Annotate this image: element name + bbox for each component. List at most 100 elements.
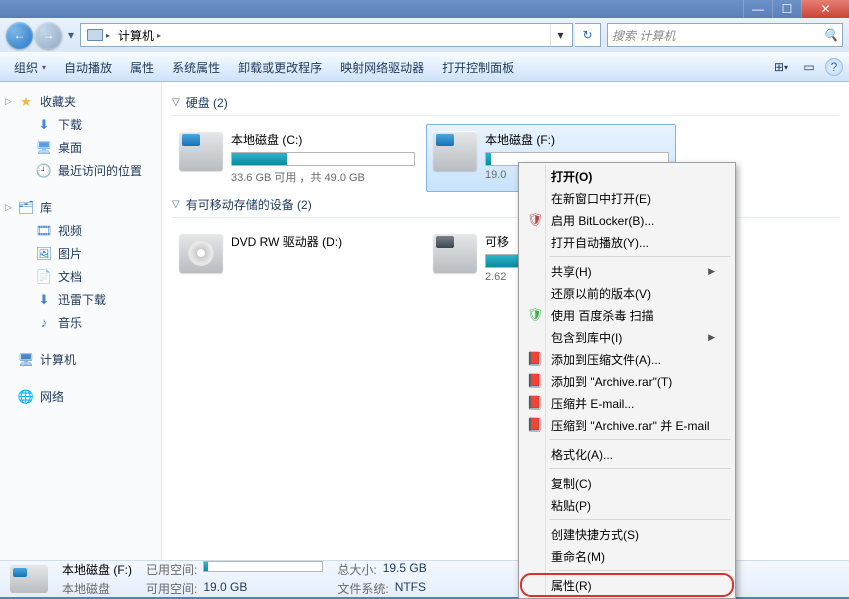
- help-button[interactable]: ?: [825, 58, 843, 76]
- ctx-item-20[interactable]: 重命名(M): [521, 545, 733, 567]
- refresh-button[interactable]: ↻: [575, 23, 601, 47]
- ctx-item-5[interactable]: 共享(H)▶: [521, 260, 733, 282]
- drive-icon: [433, 131, 477, 171]
- sidebar-item-1-2[interactable]: 📄文档: [0, 265, 161, 288]
- ctx-label: 启用 BitLocker(B)...: [551, 212, 654, 229]
- tb-map-network[interactable]: 映射网络驱动器: [332, 55, 432, 80]
- status-sub: 本地磁盘: [62, 580, 110, 597]
- status-used-label: 已用空间:: [146, 561, 197, 578]
- computer-icon: [87, 29, 103, 41]
- ctx-item-19[interactable]: 创建快捷方式(S): [521, 523, 733, 545]
- ctx-item-17[interactable]: 粘贴(P): [521, 494, 733, 516]
- window-buttons: — ☐ ✕: [743, 0, 849, 18]
- sidebar-group-2[interactable]: 🖥计算机: [0, 348, 161, 371]
- sidebar-item-1-0[interactable]: 🎞视频: [0, 219, 161, 242]
- search-icon: 🔍: [823, 28, 838, 42]
- ctx-item-0[interactable]: 打开(O): [521, 165, 733, 187]
- ctx-label: 压缩到 "Archive.rar" 并 E-mail: [551, 417, 710, 434]
- sidebar: ▷★收藏夹⬇下载🖥桌面🕘最近访问的位置 ▷🗂库🎞视频🖼图片📄文档⬇迅雷下载♪音乐 🖥…: [0, 82, 162, 560]
- ctx-item-10[interactable]: 📕添加到 "Archive.rar"(T): [521, 370, 733, 392]
- close-button[interactable]: ✕: [801, 0, 849, 18]
- forward-button[interactable]: →: [35, 22, 62, 49]
- sidebar-item-0-2[interactable]: 🕘最近访问的位置: [0, 159, 161, 182]
- breadcrumb-computer[interactable]: 计算机▸: [114, 24, 165, 46]
- ctx-icon: 📕: [526, 351, 544, 367]
- ctx-label: 粘贴(P): [551, 497, 591, 514]
- drive-icon: [179, 233, 223, 273]
- ctx-item-12[interactable]: 📕 压缩到 "Archive.rar" 并 E-mail: [521, 414, 733, 436]
- ctx-item-8[interactable]: 包含到库中(I)▶: [521, 326, 733, 348]
- search-input[interactable]: 搜索 计算机 🔍: [607, 23, 843, 47]
- ctx-item-1[interactable]: 在新窗口中打开(E): [521, 187, 733, 209]
- tb-autoplay[interactable]: 自动播放: [56, 55, 120, 80]
- ctx-item-9[interactable]: 📕添加到压缩文件(A)...: [521, 348, 733, 370]
- ctx-icon: 📕: [526, 395, 544, 411]
- drive-0-0[interactable]: 本地磁盘 (C:) 33.6 GB 可用 ，共 49.0 GB: [172, 124, 422, 192]
- address-dropdown[interactable]: ▾: [550, 24, 570, 46]
- ctx-icon: 🛡: [526, 212, 544, 228]
- ctx-item-6[interactable]: 还原以前的版本(V): [521, 282, 733, 304]
- drive-icon: [179, 131, 223, 171]
- sidebar-item-1-3[interactable]: ⬇迅雷下载: [0, 288, 161, 311]
- status-total-label: 总大小:: [337, 561, 376, 578]
- ctx-label: 创建快捷方式(S): [551, 526, 639, 543]
- back-button[interactable]: ←: [6, 22, 33, 49]
- status-title: 本地磁盘 (F:): [62, 561, 132, 578]
- preview-pane-button[interactable]: ▭: [797, 56, 821, 78]
- sidebar-item-1-4[interactable]: ♪音乐: [0, 311, 161, 334]
- drive-1-0[interactable]: DVD RW 驱动器 (D:): [172, 226, 422, 290]
- drive-name: 本地磁盘 (C:): [231, 131, 415, 148]
- ctx-item-14[interactable]: 格式化(A)...: [521, 443, 733, 465]
- maximize-button[interactable]: ☐: [772, 0, 801, 18]
- main-pane: ▽硬盘 (2)本地磁盘 (C:)33.6 GB 可用 ，共 49.0 GB本地磁…: [162, 82, 849, 560]
- ctx-label: 打开自动播放(Y)...: [551, 234, 649, 251]
- tb-control-panel[interactable]: 打开控制面板: [434, 55, 522, 80]
- sidebar-item-0-0[interactable]: ⬇下载: [0, 113, 161, 136]
- status-free-value: 19.0 GB: [203, 580, 247, 597]
- sidebar-group-3[interactable]: 🌐网络: [0, 385, 161, 408]
- drive-name: 本地磁盘 (F:): [485, 131, 669, 148]
- minimize-button[interactable]: —: [743, 0, 772, 18]
- status-total-value: 19.5 GB: [383, 561, 427, 578]
- sidebar-group-0[interactable]: ▷★收藏夹: [0, 90, 161, 113]
- drive-usage-bar: [231, 152, 415, 166]
- ctx-label: 还原以前的版本(V): [551, 285, 651, 302]
- ctx-label: 打开(O): [551, 168, 592, 185]
- drive-subtext: 33.6 GB 可用 ，共 49.0 GB: [231, 169, 415, 185]
- ctx-label: 包含到库中(I): [551, 329, 622, 346]
- breadcrumb-root[interactable]: ▸: [83, 24, 114, 46]
- ctx-item-3[interactable]: 打开自动播放(Y)...: [521, 231, 733, 253]
- address-bar[interactable]: ▸ 计算机▸ ▾: [80, 23, 573, 47]
- drive-name: DVD RW 驱动器 (D:): [231, 233, 415, 250]
- tb-properties[interactable]: 属性: [122, 55, 162, 80]
- search-placeholder: 搜索 计算机: [612, 27, 675, 44]
- ctx-label: 共享(H): [551, 263, 592, 280]
- title-bar: — ☐ ✕: [0, 0, 849, 18]
- sidebar-group-1[interactable]: ▷🗂库: [0, 196, 161, 219]
- sidebar-item-0-1[interactable]: 🖥桌面: [0, 136, 161, 159]
- ctx-item-2[interactable]: 🛡 启用 BitLocker(B)...: [521, 209, 733, 231]
- tb-uninstall[interactable]: 卸载或更改程序: [230, 55, 330, 80]
- ctx-icon: 🛡: [526, 307, 544, 323]
- section-head-1[interactable]: ▽有可移动存储的设备 (2): [172, 196, 839, 218]
- ctx-item-7[interactable]: 🛡 使用 百度杀毒 扫描: [521, 304, 733, 326]
- status-drive-icon: [10, 565, 48, 593]
- ctx-label: 格式化(A)...: [551, 446, 613, 463]
- status-fs-label: 文件系统:: [337, 580, 388, 597]
- ctx-item-22[interactable]: 属性(R): [521, 574, 733, 596]
- tb-system-properties[interactable]: 系统属性: [164, 55, 228, 80]
- status-fs-value: NTFS: [395, 580, 426, 597]
- history-dropdown[interactable]: ▾: [64, 26, 78, 44]
- sidebar-item-1-1[interactable]: 🖼图片: [0, 242, 161, 265]
- ctx-icon: 📕: [526, 417, 544, 433]
- status-used-bar: [203, 561, 323, 572]
- ctx-label: 使用 百度杀毒 扫描: [551, 307, 654, 324]
- ctx-item-11[interactable]: 📕 压缩并 E-mail...: [521, 392, 733, 414]
- view-mode-button[interactable]: ⊞▾: [769, 56, 793, 78]
- section-head-0[interactable]: ▽硬盘 (2): [172, 94, 839, 116]
- ctx-label: 添加到 "Archive.rar"(T): [551, 373, 672, 390]
- ctx-label: 压缩并 E-mail...: [551, 395, 634, 412]
- ctx-item-16[interactable]: 复制(C): [521, 472, 733, 494]
- ctx-label: 复制(C): [551, 475, 592, 492]
- tb-organize[interactable]: 组织▾: [6, 55, 54, 80]
